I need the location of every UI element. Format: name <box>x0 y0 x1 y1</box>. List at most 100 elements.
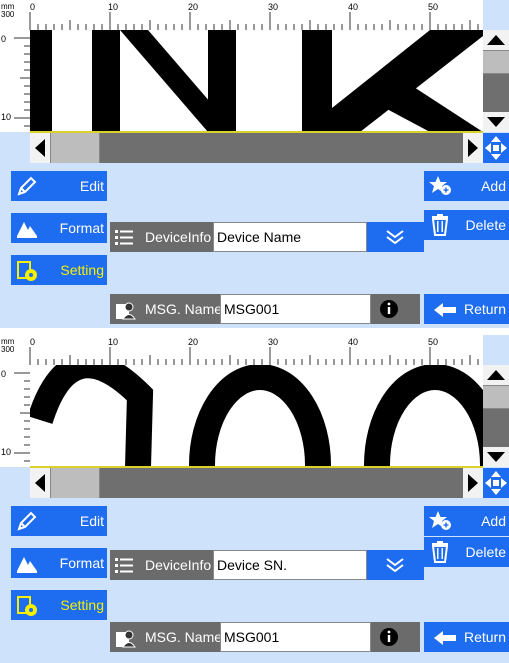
triangle-left-icon <box>35 474 45 492</box>
trash-icon <box>431 214 449 236</box>
scroll-down-button[interactable] <box>483 112 509 132</box>
delete-button[interactable]: Delete <box>424 537 509 567</box>
horizontal-scrollbar[interactable] <box>30 133 483 163</box>
scroll-right-button[interactable] <box>463 133 483 163</box>
ruler-label-30: 30 <box>268 2 278 12</box>
ruler-left-label-0: 0 <box>1 34 6 44</box>
vertical-scrollbar[interactable] <box>483 30 509 132</box>
scroll-up-button[interactable] <box>483 30 509 50</box>
device-info-label-block: DeviceInfo <box>110 550 213 580</box>
vertical-scroll-thumb[interactable] <box>483 385 509 409</box>
trash-icon <box>431 541 449 563</box>
vertical-ruler: 0 10 <box>0 30 30 135</box>
setting-label: Setting <box>60 262 104 278</box>
ruler-label-0: 0 <box>30 2 35 12</box>
ruler-label-10: 10 <box>108 337 118 347</box>
vertical-scroll-thumb[interactable] <box>483 50 509 74</box>
triangle-down-icon <box>487 117 505 127</box>
device-info-field[interactable]: Device Name <box>213 222 367 252</box>
pencil-icon <box>17 511 37 531</box>
scroll-right-button[interactable] <box>463 468 483 498</box>
return-button[interactable]: Return <box>424 294 509 324</box>
device-info-field[interactable]: Device SN. <box>213 550 367 580</box>
scroll-left-button[interactable] <box>30 468 50 498</box>
horizontal-ruler: 0 10 20 30 40 50 <box>22 335 487 365</box>
scroll-down-button[interactable] <box>483 447 509 467</box>
add-star-icon <box>429 176 451 195</box>
edit-label: Edit <box>79 513 104 529</box>
return-label: Return <box>463 629 506 645</box>
add-label: Add <box>481 513 506 529</box>
ruler-unit: mm 300 <box>0 0 22 30</box>
vertical-ruler: 0 10 <box>0 365 30 470</box>
scroll-left-button[interactable] <box>30 133 50 163</box>
format-button[interactable]: Format <box>11 548 107 578</box>
add-button[interactable]: Add <box>424 506 509 536</box>
info-button[interactable] <box>371 622 420 652</box>
move-arrows-icon <box>485 136 507 160</box>
ruler-label-30: 30 <box>268 337 278 347</box>
triangle-down-icon <box>487 452 505 462</box>
format-icon <box>17 557 37 573</box>
return-button[interactable]: Return <box>424 622 509 652</box>
list-icon <box>115 230 133 245</box>
msg-name-label-block: MSG. Name <box>110 622 222 652</box>
ruler-left-label-0: 0 <box>1 369 6 379</box>
device-info-dropdown-button[interactable] <box>367 222 424 252</box>
editor-panel-1: mm 300 0 10 20 30 40 50 0 10 Edit Format… <box>0 0 509 328</box>
move-button[interactable] <box>483 468 509 498</box>
list-icon <box>115 558 133 573</box>
horizontal-ruler: 0 10 20 30 40 50 <box>22 0 487 30</box>
edit-button[interactable]: Edit <box>11 171 107 201</box>
add-button[interactable]: Add <box>424 171 509 201</box>
format-icon <box>17 222 37 238</box>
return-arrow-icon <box>434 631 456 645</box>
msg-name-field[interactable]: MSG001 <box>220 294 371 324</box>
format-label: Format <box>59 555 104 571</box>
msg-name-label-block: MSG. Name <box>110 294 223 324</box>
info-icon <box>380 300 398 318</box>
edit-button[interactable]: Edit <box>11 506 107 536</box>
ruler-label-40: 40 <box>348 2 358 12</box>
edit-label: Edit <box>79 178 104 194</box>
add-label: Add <box>481 178 506 194</box>
info-button[interactable] <box>371 294 420 324</box>
ruler-left-label-10: 10 <box>1 447 11 457</box>
horizontal-scroll-thumb[interactable] <box>50 133 100 163</box>
message-canvas[interactable] <box>30 30 483 132</box>
ruler-label-50: 50 <box>428 2 438 12</box>
triangle-right-icon <box>468 139 478 157</box>
format-button[interactable]: Format <box>11 213 107 243</box>
ruler-label-40: 40 <box>348 337 358 347</box>
scroll-up-button[interactable] <box>483 365 509 385</box>
move-arrows-icon <box>485 471 507 495</box>
device-info-label: DeviceInfo <box>145 557 212 573</box>
ruler-left-label-10: 10 <box>1 112 11 122</box>
vertical-ruler-ticks: 0 10 <box>1 34 30 135</box>
device-info-dropdown-button[interactable] <box>367 550 424 580</box>
pencil-icon <box>17 176 37 196</box>
device-info-label: DeviceInfo <box>145 229 212 245</box>
triangle-right-icon <box>468 474 478 492</box>
device-info-label-block: DeviceInfo <box>110 222 213 252</box>
message-canvas[interactable] <box>30 365 483 467</box>
horizontal-ruler-ticks: 0 10 20 30 40 50 <box>29 337 487 365</box>
horizontal-scrollbar[interactable] <box>30 468 483 498</box>
setting-button[interactable]: Setting <box>11 255 107 285</box>
delete-button[interactable]: Delete <box>424 210 509 240</box>
return-arrow-icon <box>434 303 456 317</box>
delete-label: Delete <box>465 544 506 560</box>
message-preview-ink <box>30 365 483 467</box>
vertical-scrollbar[interactable] <box>483 365 509 467</box>
horizontal-scroll-thumb[interactable] <box>50 468 100 498</box>
triangle-up-icon <box>487 35 505 45</box>
msg-name-label: MSG. Name <box>145 301 223 317</box>
setting-button[interactable]: Setting <box>11 590 107 620</box>
editor-panel-2: mm 300 0 10 20 30 40 50 0 10 Edit Format… <box>0 335 509 663</box>
vertical-ruler-ticks: 0 10 <box>1 369 30 470</box>
triangle-up-icon <box>487 370 505 380</box>
msg-name-field[interactable]: MSG001 <box>220 622 371 652</box>
setting-icon <box>17 261 37 281</box>
move-button[interactable] <box>483 133 509 163</box>
delete-label: Delete <box>465 217 506 233</box>
